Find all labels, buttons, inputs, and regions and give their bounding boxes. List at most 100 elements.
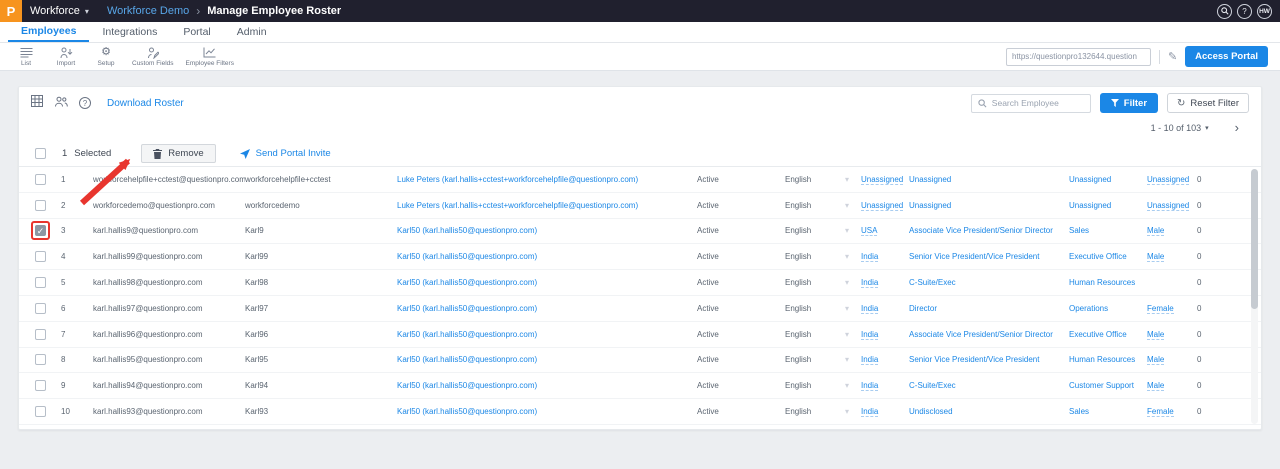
portal-url-input[interactable]: [1006, 48, 1151, 66]
row-manager-link[interactable]: Karl50 (karl.hallis50@questionpro.com): [397, 381, 537, 390]
row-language-dropdown[interactable]: English ▾: [785, 381, 861, 390]
row-department-link[interactable]: Operations: [1069, 304, 1108, 313]
row-manager-link[interactable]: Karl50 (karl.hallis50@questionpro.com): [397, 278, 537, 287]
table-scrollbar-thumb[interactable]: [1251, 169, 1258, 309]
filter-button[interactable]: Filter: [1100, 93, 1158, 113]
row-department-link[interactable]: Sales: [1069, 226, 1089, 235]
row-checkbox[interactable]: [35, 354, 46, 365]
row-checkbox[interactable]: [35, 380, 46, 391]
row-gender-link[interactable]: Female: [1147, 304, 1174, 314]
row-country-link[interactable]: Unassigned: [861, 201, 903, 211]
edit-url-pencil-icon[interactable]: ✎: [1168, 50, 1177, 63]
row-department-link[interactable]: Executive Office: [1069, 330, 1127, 339]
row-checkbox[interactable]: [35, 200, 46, 211]
row-country-link[interactable]: India: [861, 381, 878, 391]
row-gender-link[interactable]: Female: [1147, 407, 1174, 417]
toolbar-employee-filters-button[interactable]: Employee Filters: [180, 46, 240, 67]
row-gender-link[interactable]: Unassigned: [1147, 175, 1189, 185]
row-language-dropdown[interactable]: English ▾: [785, 304, 861, 313]
row-gender-link[interactable]: Male: [1147, 252, 1164, 262]
row-joblevel-link[interactable]: Senior Vice President/Vice President: [909, 252, 1039, 261]
employee-groups-icon[interactable]: [54, 94, 68, 112]
row-joblevel-link[interactable]: C-Suite/Exec: [909, 381, 956, 390]
row-manager-link[interactable]: Karl50 (karl.hallis50@questionpro.com): [397, 407, 537, 416]
row-country-link[interactable]: India: [861, 330, 878, 340]
toolbar-import-button[interactable]: Import: [46, 46, 86, 67]
row-manager-link[interactable]: Luke Peters (karl.hallis+cctest+workforc…: [397, 201, 638, 210]
search-employee-input[interactable]: [992, 98, 1082, 108]
row-gender-link[interactable]: Male: [1147, 381, 1164, 391]
row-manager-link[interactable]: Karl50 (karl.hallis50@questionpro.com): [397, 355, 537, 364]
row-checkbox[interactable]: [35, 277, 46, 288]
row-manager-link[interactable]: Karl50 (karl.hallis50@questionpro.com): [397, 304, 537, 313]
row-checkbox[interactable]: [35, 174, 46, 185]
row-department-link[interactable]: Unassigned: [1069, 175, 1111, 184]
row-gender-link[interactable]: Unassigned: [1147, 201, 1189, 211]
row-country-link[interactable]: India: [861, 355, 878, 365]
row-language-dropdown[interactable]: English ▾: [785, 407, 861, 416]
tab-admin[interactable]: Admin: [224, 22, 280, 42]
toolbar-setup-button[interactable]: ⚙ Setup: [86, 46, 126, 67]
row-joblevel-link[interactable]: Associate Vice President/Senior Director: [909, 226, 1053, 235]
row-department-link[interactable]: Executive Office: [1069, 252, 1127, 261]
row-manager-link[interactable]: Karl50 (karl.hallis50@questionpro.com): [397, 330, 537, 339]
toolbar-custom-fields-button[interactable]: Custom Fields: [126, 46, 180, 67]
row-gender-link[interactable]: Male: [1147, 330, 1164, 340]
row-department-link[interactable]: Human Resources: [1069, 355, 1135, 364]
header-search-button[interactable]: [1217, 4, 1232, 19]
questionpro-logo[interactable]: P: [0, 0, 22, 22]
header-help-button[interactable]: ?: [1237, 4, 1252, 19]
breadcrumb-workspace[interactable]: Workforce Demo: [107, 5, 189, 17]
row-language-dropdown[interactable]: English ▾: [785, 201, 861, 210]
row-department-link[interactable]: Human Resources: [1069, 278, 1135, 287]
row-joblevel-link[interactable]: Unassigned: [909, 175, 951, 184]
pagination-next-button[interactable]: ›: [1235, 123, 1239, 133]
tab-portal[interactable]: Portal: [170, 22, 223, 42]
row-country-link[interactable]: India: [861, 278, 878, 288]
download-roster-link[interactable]: Download Roster: [107, 98, 184, 109]
grid-view-icon[interactable]: [31, 94, 43, 112]
tab-employees[interactable]: Employees: [8, 22, 89, 42]
access-portal-button[interactable]: Access Portal: [1185, 46, 1268, 67]
row-joblevel-link[interactable]: Unassigned: [909, 201, 951, 210]
row-manager-link[interactable]: Karl50 (karl.hallis50@questionpro.com): [397, 226, 537, 235]
row-checkbox[interactable]: [35, 329, 46, 340]
row-language-dropdown[interactable]: English ▾: [785, 330, 861, 339]
row-joblevel-link[interactable]: Senior Vice President/Vice President: [909, 355, 1039, 364]
row-country-link[interactable]: Unassigned: [861, 175, 903, 185]
row-joblevel-link[interactable]: C-Suite/Exec: [909, 278, 956, 287]
row-manager-link[interactable]: Luke Peters (karl.hallis+cctest+workforc…: [397, 175, 638, 184]
roster-help-icon[interactable]: ?: [79, 97, 91, 109]
row-manager-link[interactable]: Karl50 (karl.hallis50@questionpro.com): [397, 252, 537, 261]
row-language-dropdown[interactable]: English ▾: [785, 278, 861, 287]
row-joblevel-link[interactable]: Director: [909, 304, 937, 313]
row-department-link[interactable]: Unassigned: [1069, 201, 1111, 210]
row-language-dropdown[interactable]: English ▾: [785, 175, 861, 184]
row-country-link[interactable]: USA: [861, 226, 877, 236]
select-all-checkbox[interactable]: [35, 148, 46, 159]
row-language-dropdown[interactable]: English ▾: [785, 226, 861, 235]
header-avatar[interactable]: HW: [1257, 4, 1272, 19]
row-checkbox[interactable]: [35, 251, 46, 262]
row-language-dropdown[interactable]: English ▾: [785, 252, 861, 261]
row-country-link[interactable]: India: [861, 252, 878, 262]
row-joblevel-link[interactable]: Undisclosed: [909, 407, 953, 416]
row-country-link[interactable]: India: [861, 407, 878, 417]
row-gender-link[interactable]: Male: [1147, 355, 1164, 365]
row-country-link[interactable]: India: [861, 304, 878, 314]
row-checkbox[interactable]: [35, 225, 46, 236]
send-portal-invite-link[interactable]: Send Portal Invite: [240, 148, 331, 159]
row-joblevel-link[interactable]: Associate Vice President/Senior Director: [909, 330, 1053, 339]
row-language-dropdown[interactable]: English ▾: [785, 355, 861, 364]
pagination-caret-icon[interactable]: ▾: [1205, 124, 1209, 132]
remove-button[interactable]: Remove: [141, 144, 215, 163]
row-gender-link[interactable]: Male: [1147, 226, 1164, 236]
table-scrollbar-track[interactable]: [1251, 169, 1258, 424]
toolbar-list-button[interactable]: List: [6, 46, 46, 67]
product-switcher[interactable]: Workforce ▾: [30, 5, 89, 17]
row-department-link[interactable]: Sales: [1069, 407, 1089, 416]
row-checkbox[interactable]: [35, 406, 46, 417]
tab-integrations[interactable]: Integrations: [89, 22, 170, 42]
reset-filter-button[interactable]: ↻ Reset Filter: [1167, 93, 1249, 113]
row-department-link[interactable]: Customer Support: [1069, 381, 1134, 390]
